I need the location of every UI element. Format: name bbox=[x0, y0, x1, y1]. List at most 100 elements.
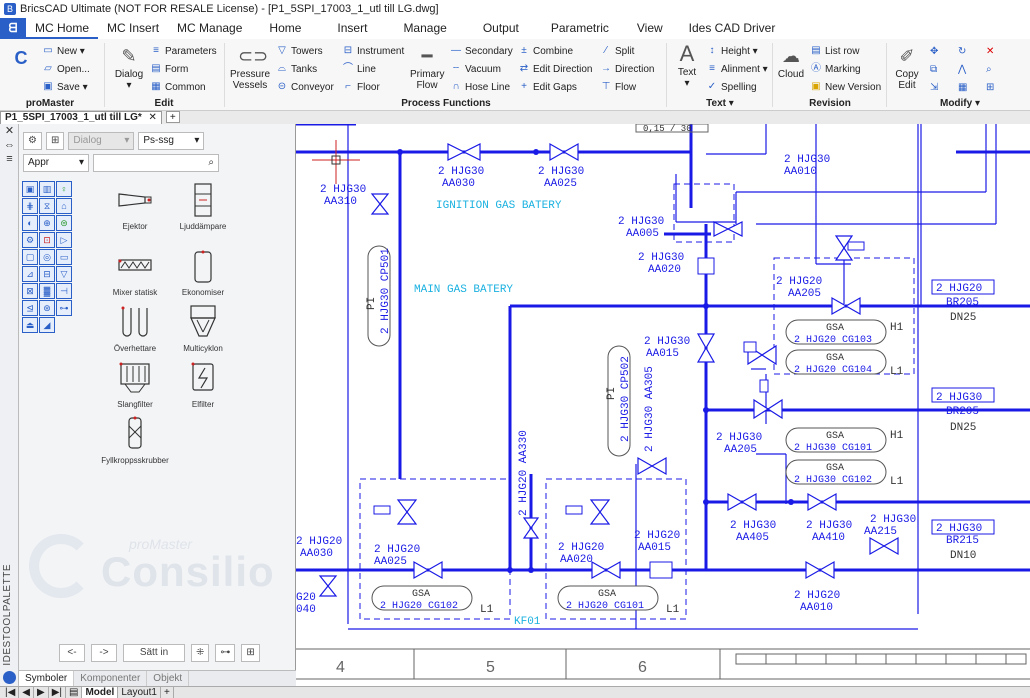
search-input[interactable]: ⌕ bbox=[93, 154, 219, 172]
category-icon[interactable]: ◢ bbox=[39, 317, 55, 333]
close-icon[interactable]: ✕ bbox=[0, 124, 19, 138]
category-icon[interactable]: ⋕ bbox=[22, 198, 38, 214]
symbol-ljuddampare[interactable]: Ljuddämpare bbox=[163, 182, 243, 231]
alignment-button[interactable]: ≡ Alinment ▾ bbox=[706, 61, 768, 77]
form-button[interactable]: ▤ Form bbox=[150, 61, 188, 77]
category-icon[interactable]: ⚙ bbox=[22, 232, 38, 248]
drawing-canvas[interactable]: 0,15 / 30 2 HJG30 AA030 2 HJG30 AA025 2 … bbox=[296, 124, 1030, 686]
tab-objekt[interactable]: Objekt bbox=[147, 671, 190, 686]
next-layout-icon[interactable]: ▶ bbox=[34, 687, 49, 698]
stretch-icon[interactable]: ⇲ bbox=[930, 79, 938, 95]
common-button[interactable]: ▦ Common bbox=[150, 79, 205, 95]
explode-icon[interactable]: ⊞ bbox=[986, 79, 994, 95]
category-icon[interactable]: ⊛ bbox=[39, 300, 55, 316]
category-icon[interactable]: ▭ bbox=[56, 249, 72, 265]
list-row-button[interactable]: ▤ List row bbox=[810, 43, 859, 59]
category-icon[interactable]: ⊴ bbox=[22, 300, 38, 316]
tab-insert[interactable]: Insert bbox=[319, 18, 385, 39]
close-icon[interactable]: ✕ bbox=[149, 112, 157, 123]
category-icon[interactable]: ⊟ bbox=[39, 266, 55, 282]
tab-ides-cad-driver[interactable]: Ides CAD Driver bbox=[677, 18, 788, 39]
category-icon[interactable]: ⊡ bbox=[39, 232, 55, 248]
dialog-select[interactable]: Dialog ▾ bbox=[68, 132, 135, 150]
category-icon[interactable]: ◐ bbox=[22, 215, 38, 231]
palette-layout-icon[interactable]: ⊞ bbox=[45, 132, 65, 150]
delete-icon[interactable]: ✕ bbox=[986, 43, 994, 59]
line-button[interactable]: ⌒ Line bbox=[342, 61, 376, 77]
vacuum-button[interactable]: ┄ Vacuum bbox=[450, 61, 501, 77]
palette-settings-icon[interactable]: ⚙ bbox=[23, 132, 42, 150]
tanks-button[interactable]: ⌓ Tanks bbox=[276, 61, 317, 77]
instrument-button[interactable]: ⊟ Instrument bbox=[342, 43, 404, 59]
document-tab[interactable]: P1_5SPI_17003_1_utl till LG* ✕ bbox=[0, 111, 162, 124]
text-button[interactable]: A Text ▾ bbox=[672, 43, 702, 90]
rotate-icon[interactable]: ↻ bbox=[958, 43, 966, 59]
new-button[interactable]: ▭ New ▾ bbox=[42, 43, 85, 59]
category-icon[interactable]: ◎ bbox=[39, 249, 55, 265]
category-icon[interactable]: ▽ bbox=[56, 266, 72, 282]
layout-list-icon[interactable]: ▤ bbox=[66, 687, 83, 698]
floor-button[interactable]: ⌐ Floor bbox=[342, 79, 380, 95]
direction-button[interactable]: → Direction bbox=[600, 61, 654, 77]
replace-icon[interactable]: ⊞ bbox=[241, 644, 260, 662]
category-icon[interactable]: ▣ bbox=[22, 181, 38, 197]
tab-view[interactable]: View bbox=[623, 18, 677, 39]
primary-flow-button[interactable]: ━ Primary Flow bbox=[410, 45, 444, 91]
prev-layout-icon[interactable]: ◀ bbox=[19, 687, 34, 698]
edit-gaps-button[interactable]: + Edit Gaps bbox=[518, 79, 577, 95]
properties-icon[interactable]: ≡ bbox=[0, 152, 19, 166]
category-icon[interactable]: ⊕ bbox=[39, 215, 55, 231]
last-layout-icon[interactable]: ▶| bbox=[49, 687, 66, 698]
tab-mc-manage[interactable]: MC Manage bbox=[168, 18, 251, 39]
category-icon[interactable]: ⌂ bbox=[56, 198, 72, 214]
cloud-button[interactable]: ☁ Cloud bbox=[776, 45, 806, 80]
copy-edit-button[interactable]: ✐ Copy Edit bbox=[892, 45, 922, 91]
mirror-icon[interactable]: ⋀ bbox=[958, 61, 966, 77]
new-document-tab-button[interactable]: + bbox=[165, 111, 180, 123]
category-icon[interactable]: ▓ bbox=[39, 283, 55, 299]
category-icon[interactable]: ⊜ bbox=[56, 215, 72, 231]
tab-parametric[interactable]: Parametric bbox=[537, 18, 623, 39]
place-symbol-button[interactable]: Sätt in bbox=[123, 644, 185, 662]
tab-mc-home[interactable]: MC Home bbox=[26, 18, 99, 39]
dock-icon[interactable]: ⇔ bbox=[0, 138, 19, 152]
add-layout-button[interactable]: + bbox=[161, 687, 174, 698]
symbol-ekonomiser[interactable]: Ekonomiser bbox=[163, 248, 243, 297]
tab-layout1[interactable]: Layout1 bbox=[118, 687, 161, 698]
category-icon[interactable]: ⊠ bbox=[22, 283, 38, 299]
flow-button[interactable]: ⊤ Flow bbox=[600, 79, 636, 95]
group-label-text[interactable]: Text ▾ bbox=[670, 98, 770, 109]
dialog-button[interactable]: ✎ Dialog ▾ bbox=[112, 45, 146, 91]
array-icon[interactable]: ▦ bbox=[958, 79, 967, 95]
previous-button[interactable]: <- bbox=[59, 644, 85, 662]
parameters-button[interactable]: ≡ Parameters bbox=[150, 43, 217, 59]
category-icon[interactable]: ▥ bbox=[39, 181, 55, 197]
tab-komponenter[interactable]: Komponenter bbox=[74, 671, 148, 686]
symbol-elfilter[interactable]: Elfilter bbox=[163, 360, 243, 409]
split-button[interactable]: ⁄ Split bbox=[600, 43, 634, 59]
hose-line-button[interactable]: ∩ Hose Line bbox=[450, 79, 510, 95]
towers-button[interactable]: ▽ Towers bbox=[276, 43, 323, 59]
tab-model[interactable]: Model bbox=[82, 687, 119, 698]
move-icon[interactable]: ✥ bbox=[930, 43, 938, 59]
standard-select[interactable]: Ps-ssg ▾ bbox=[138, 132, 205, 150]
category-icon[interactable]: ⏏ bbox=[22, 317, 38, 333]
insert-icon[interactable]: ⊶ bbox=[215, 644, 236, 662]
promaster-logo-button[interactable]: C bbox=[6, 47, 36, 71]
first-layout-icon[interactable]: |◀ bbox=[2, 687, 20, 698]
copy-icon[interactable]: ⧉ bbox=[930, 61, 937, 77]
category-icon[interactable]: ⧖ bbox=[39, 198, 55, 214]
category-icon[interactable]: ⊿ bbox=[22, 266, 38, 282]
category-icon[interactable]: ▷ bbox=[56, 232, 72, 248]
new-version-button[interactable]: ▣ New Version bbox=[810, 79, 881, 95]
pressure-vessels-button[interactable]: ⊂⊃ Pressure Vessels bbox=[230, 45, 270, 91]
height-button[interactable]: ↕ Height ▾ bbox=[706, 43, 758, 59]
tab-symboler[interactable]: Symboler bbox=[19, 671, 75, 686]
symbol-fyllkroppsskrubber[interactable]: Fyllkroppsskrubber bbox=[95, 416, 175, 465]
group-label-modify[interactable]: Modify ▾ bbox=[890, 98, 1030, 109]
spelling-button[interactable]: ✓ Spelling bbox=[706, 79, 757, 95]
open-button[interactable]: ▱ Open... bbox=[42, 61, 90, 77]
scale-x1-icon[interactable]: ⁜ bbox=[191, 644, 210, 662]
category-icon[interactable]: ▢ bbox=[22, 249, 38, 265]
scale-icon[interactable]: ⌕ bbox=[986, 61, 992, 77]
